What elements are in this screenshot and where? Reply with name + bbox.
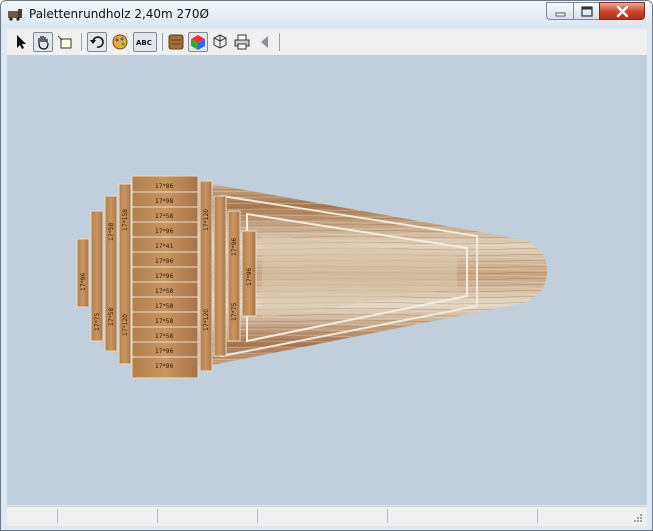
paint-button[interactable] (110, 32, 130, 52)
status-cell (59, 509, 158, 523)
toolbar-separator (279, 33, 280, 51)
section-label: 17*41 (155, 243, 173, 250)
section-label: 17*96 (231, 238, 238, 256)
svg-text:ABC: ABC (136, 39, 152, 47)
wood-texture-icon (168, 34, 184, 50)
back-triangle-icon (261, 36, 268, 48)
app-icon (8, 9, 22, 21)
maximize-icon (581, 6, 593, 17)
section-label: 17*96 (246, 268, 253, 286)
status-cell (259, 509, 388, 523)
resize-grip-icon[interactable] (633, 513, 643, 523)
section-label: 17*120 (203, 209, 210, 231)
section-label: 17*58 (155, 318, 173, 325)
status-cell (539, 509, 629, 523)
back-button[interactable] (255, 32, 275, 52)
board-end (104, 195, 118, 352)
pan-tool-button[interactable] (33, 32, 53, 52)
section-label: 17*158 (122, 209, 129, 231)
window-title: Palettenrundholz 2,40m 270Ø (29, 7, 209, 21)
close-icon (616, 5, 629, 18)
toolbar-separator (162, 33, 163, 51)
section-label: 17*58 (155, 213, 173, 220)
minimize-button[interactable] (546, 2, 574, 20)
section-label: 17*96 (155, 258, 173, 265)
board-end (213, 195, 227, 357)
toolbar-separator (81, 33, 82, 51)
section-label: 17*96 (155, 273, 173, 280)
color-cube-icon (191, 35, 205, 50)
abc-label-icon: ABC (136, 39, 152, 47)
toolbar: ABC (7, 29, 647, 56)
3d-viewport[interactable]: 17*86 17*98 17*58 17*96 17*41 17*96 17*9… (7, 56, 647, 505)
section-label: 17*86 (155, 183, 173, 190)
hand-pan-icon (38, 36, 49, 50)
section-label: 17*98 (155, 198, 173, 205)
printer-icon (234, 34, 250, 50)
print-button[interactable] (232, 32, 252, 52)
color-mode-button[interactable] (188, 32, 208, 52)
section-label: 17*75 (94, 313, 101, 331)
crop-tool-button[interactable] (55, 32, 75, 52)
section-label: 17*96 (80, 273, 87, 291)
maximize-button[interactable] (573, 2, 600, 20)
section-label: 17*96 (155, 363, 173, 370)
application-window: Palettenrundholz 2,40m 270Ø ABC 17*86 17… (0, 0, 653, 531)
status-cell (7, 509, 58, 523)
wireframe-button[interactable] (210, 32, 230, 52)
section-label: 17*58 (108, 223, 115, 241)
section-label: 17*120 (203, 309, 210, 331)
section-label: 17*58 (155, 333, 173, 340)
section-label: 17*58 (155, 288, 173, 295)
wireframe-cube-icon (213, 34, 227, 49)
labels-button[interactable]: ABC (133, 32, 157, 52)
status-cell (389, 509, 538, 523)
status-cell (159, 509, 258, 523)
select-arrow-icon (17, 35, 26, 49)
log-model[interactable]: 17*86 17*98 17*58 17*96 17*41 17*96 17*9… (7, 56, 647, 505)
undo-rotate-icon (90, 36, 104, 48)
select-tool-button[interactable] (11, 32, 31, 52)
section-label: 17*96 (155, 228, 173, 235)
title-bar[interactable]: Palettenrundholz 2,40m 270Ø (1, 1, 652, 27)
minimize-icon (555, 12, 566, 17)
section-label: 17*58 (155, 303, 173, 310)
section-label: 17*96 (155, 348, 173, 355)
section-label: 17*120 (122, 314, 129, 336)
crop-icon (57, 35, 72, 49)
close-button[interactable] (599, 2, 645, 20)
rotate-button[interactable] (87, 32, 107, 52)
section-label: 17*75 (231, 303, 238, 321)
status-bar (7, 506, 647, 526)
wood-texture-button[interactable] (166, 32, 186, 52)
paint-icon (112, 34, 128, 50)
section-label: 17*58 (108, 308, 115, 326)
